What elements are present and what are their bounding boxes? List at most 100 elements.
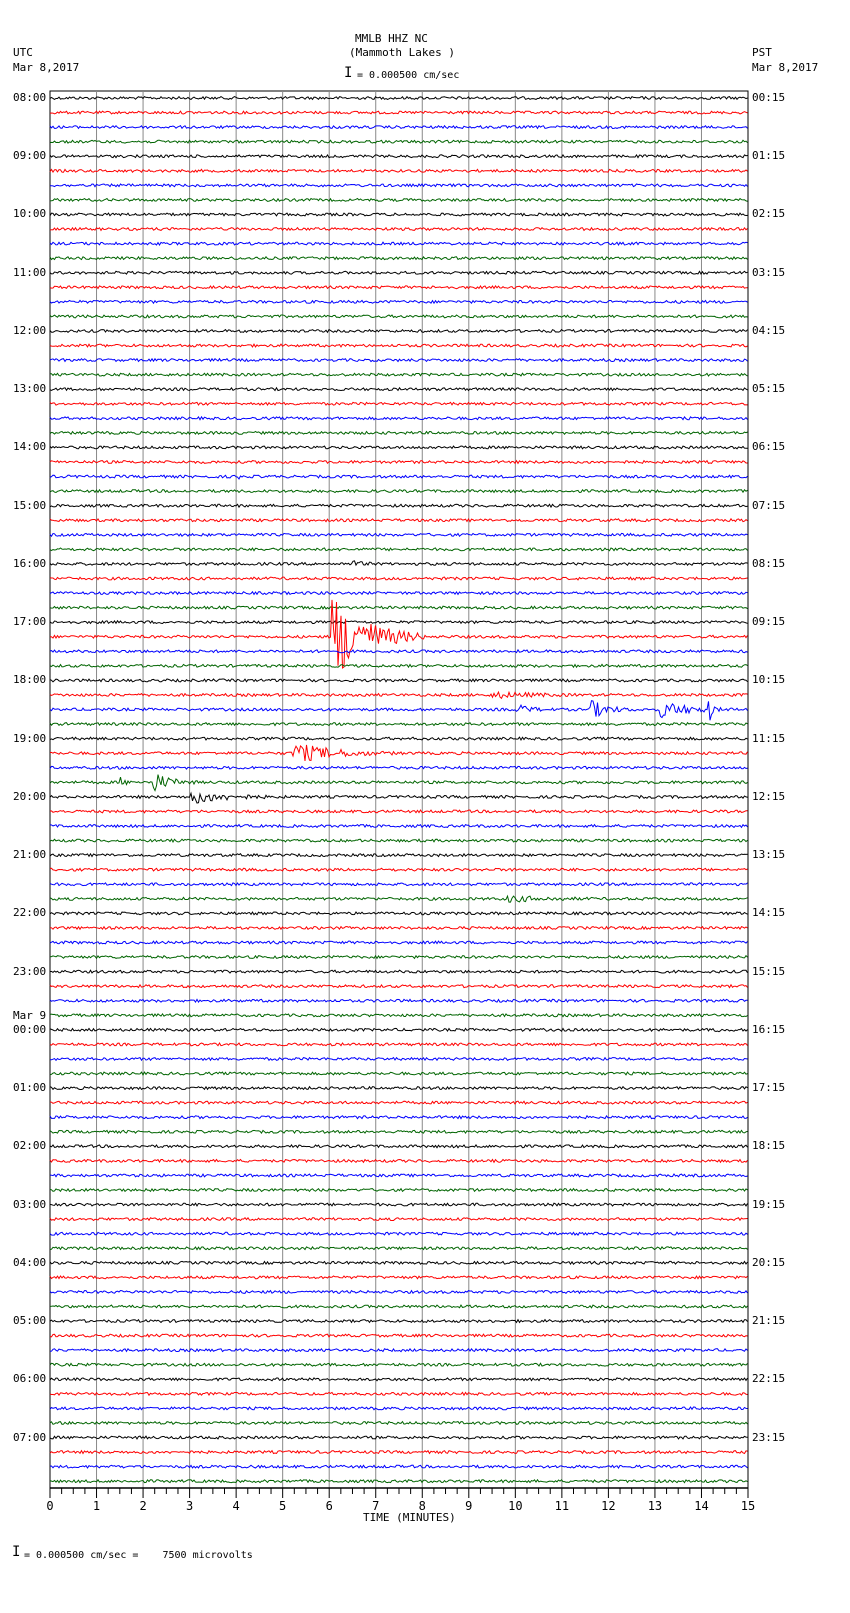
utc-hour-label: 04:00 bbox=[13, 1255, 47, 1269]
seismic-trace bbox=[49, 153, 748, 159]
seismic-trace bbox=[49, 503, 748, 509]
x-tick-label: 2 bbox=[139, 1499, 146, 1513]
pst-hour-label: 10:15 bbox=[752, 673, 786, 687]
seismic-trace bbox=[49, 1027, 748, 1033]
seismic-trace bbox=[49, 852, 748, 858]
seismic-trace bbox=[49, 774, 748, 792]
x-tick-label: 15 bbox=[741, 1499, 755, 1513]
seismic-trace bbox=[49, 1173, 748, 1178]
seismic-trace bbox=[49, 838, 748, 844]
seismic-trace bbox=[49, 459, 748, 465]
seismic-trace bbox=[49, 1056, 748, 1062]
pst-hour-label: 01:15 bbox=[752, 149, 786, 163]
seismic-trace bbox=[49, 765, 748, 770]
utc-hour-label: 05:00 bbox=[13, 1314, 47, 1328]
pst-hour-label: 19:15 bbox=[752, 1197, 786, 1211]
seismic-trace bbox=[49, 983, 748, 989]
seismic-trace bbox=[49, 285, 748, 290]
footer-scale-label: = 0.000500 cm/sec = 7500 microvolts bbox=[24, 1550, 253, 1561]
seismic-trace bbox=[49, 744, 748, 761]
pst-hour-label: 13:15 bbox=[752, 848, 786, 862]
seismic-trace bbox=[49, 1406, 748, 1411]
pst-hour-label: 17:15 bbox=[752, 1081, 786, 1095]
pst-hour-label: 03:15 bbox=[752, 265, 786, 279]
x-tick-label: 12 bbox=[601, 1499, 615, 1513]
utc-hour-label: 19:00 bbox=[13, 731, 47, 745]
pst-hour-label: 14:15 bbox=[752, 906, 786, 920]
pst-hour-label: 04:15 bbox=[752, 323, 786, 337]
utc-hour-label: 23:00 bbox=[13, 964, 47, 978]
seismic-trace bbox=[49, 1333, 748, 1338]
pst-hour-label: 11:15 bbox=[752, 731, 786, 745]
helicorder-plot: 0 1 2 3 4 5 6 7 8 9 10 11 12 13 14 15 bbox=[46, 90, 755, 1513]
seismic-trace bbox=[49, 590, 748, 596]
seismic-trace bbox=[49, 1377, 748, 1382]
x-tick-label: 10 bbox=[508, 1499, 522, 1513]
seismic-trace bbox=[49, 1289, 748, 1295]
seismic-trace bbox=[49, 1144, 748, 1149]
pst-hour-label: 16:15 bbox=[752, 1022, 786, 1036]
seismic-trace bbox=[49, 663, 748, 669]
seismic-trace bbox=[50, 372, 748, 377]
seismic-trace bbox=[49, 1246, 748, 1251]
seismic-trace bbox=[49, 998, 748, 1004]
pst-hour-label: 06:15 bbox=[752, 440, 786, 454]
seismic-trace bbox=[49, 1435, 748, 1440]
pst-hour-label: 02:15 bbox=[752, 207, 786, 221]
seismic-trace bbox=[49, 911, 748, 916]
seismic-trace bbox=[49, 894, 748, 903]
seismic-trace bbox=[49, 386, 748, 392]
seismic-trace bbox=[49, 241, 748, 247]
seismic-trace bbox=[49, 1012, 748, 1018]
utc-hour-label: 00:00 bbox=[13, 1022, 47, 1036]
seismic-trace bbox=[49, 1085, 748, 1091]
scale-bar-icon: I bbox=[344, 65, 353, 81]
seismic-trace bbox=[49, 1275, 748, 1280]
seismic-trace bbox=[49, 212, 748, 217]
seismic-trace bbox=[49, 139, 748, 144]
utc-hour-label: 11:00 bbox=[13, 265, 47, 279]
date-change-label: Mar 9 bbox=[13, 1008, 47, 1022]
utc-hour-label: 12:00 bbox=[13, 323, 47, 337]
seismic-trace bbox=[49, 110, 748, 115]
utc-hour-label: 02:00 bbox=[13, 1139, 47, 1153]
seismic-trace bbox=[49, 1318, 748, 1324]
seismic-trace bbox=[49, 1304, 748, 1309]
seismic-trace bbox=[49, 1362, 748, 1367]
utc-hour-label: 16:00 bbox=[13, 556, 47, 570]
seismic-trace bbox=[49, 678, 748, 683]
seismic-trace bbox=[49, 270, 748, 275]
seismic-trace bbox=[49, 430, 748, 436]
pst-hour-label: 18:15 bbox=[752, 1139, 786, 1153]
utc-hour-label: 10:00 bbox=[13, 207, 47, 221]
x-tick-label: 1 bbox=[93, 1499, 100, 1513]
utc-hour-label: 17:00 bbox=[13, 615, 47, 629]
station-title: MMLB HHZ NC bbox=[355, 32, 428, 45]
seismic-trace bbox=[49, 314, 748, 319]
utc-hour-label: 18:00 bbox=[13, 673, 47, 687]
seismic-trace bbox=[49, 95, 748, 101]
seismic-trace bbox=[49, 791, 748, 804]
footer-scale-bar-icon: I bbox=[12, 1544, 21, 1560]
seismic-trace bbox=[49, 867, 748, 872]
utc-hour-label: 22:00 bbox=[13, 906, 47, 920]
x-tick-label: 11 bbox=[555, 1499, 569, 1513]
pst-hour-label: 08:15 bbox=[752, 556, 786, 570]
seismic-trace bbox=[49, 226, 748, 232]
seismic-trace bbox=[49, 1114, 748, 1120]
utc-hour-label: 09:00 bbox=[13, 149, 47, 163]
x-tick-label: 4 bbox=[233, 1499, 240, 1513]
seismic-trace bbox=[49, 882, 748, 887]
seismic-trace bbox=[49, 415, 748, 421]
seismic-trace bbox=[49, 517, 748, 523]
right-timezone: PST bbox=[752, 46, 772, 59]
seismic-trace bbox=[49, 1041, 748, 1047]
seismic-trace bbox=[49, 168, 748, 174]
seismic-trace bbox=[49, 547, 748, 552]
seismic-trace bbox=[49, 1420, 748, 1426]
seismic-trace bbox=[49, 648, 748, 654]
utc-hour-label: 15:00 bbox=[13, 498, 47, 512]
seismic-trace bbox=[49, 328, 748, 334]
x-tick-label: 5 bbox=[279, 1499, 286, 1513]
seismic-trace bbox=[49, 969, 748, 974]
